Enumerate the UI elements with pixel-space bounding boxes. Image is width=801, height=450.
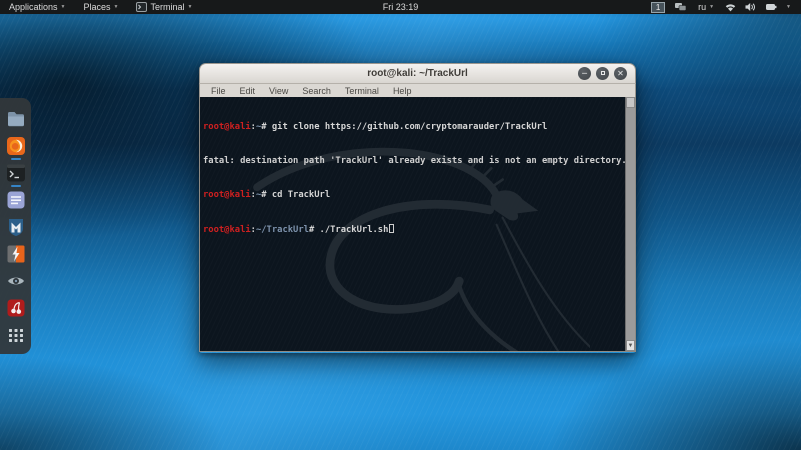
desktop-wallpaper: Applications ▼ Places ▼ Terminal ▼ Fri 2…	[0, 0, 801, 450]
system-menu-chevron-icon[interactable]: ▼	[786, 4, 791, 10]
scroll-up-button[interactable]	[626, 97, 635, 108]
terminal-window: root@kali: ~/TrackUrl ─ ✕ File Edit View…	[199, 63, 636, 353]
dock-item-text-editor[interactable]	[5, 189, 26, 210]
window-menubar: File Edit View Search Terminal Help	[199, 84, 636, 97]
tray-screens-icon[interactable]	[674, 2, 687, 12]
armitage-icon	[7, 245, 24, 262]
terminal-menu-label: Terminal	[150, 2, 185, 12]
scroll-down-button[interactable]: ▼	[626, 340, 635, 351]
app-grid-icon	[8, 328, 23, 342]
terminal-line: root@kali:~# git clone https://github.co…	[203, 121, 548, 132]
menu-search[interactable]: Search	[295, 86, 338, 96]
dock-item-metasploit[interactable]	[5, 216, 26, 237]
terminal-app-menu[interactable]: Terminal ▼	[127, 0, 201, 14]
dock-item-show-applications[interactable]	[5, 324, 26, 345]
text-editor-icon	[7, 191, 24, 208]
terminal-output: root@kali:~# git clone https://github.co…	[200, 97, 627, 260]
menu-help[interactable]: Help	[386, 86, 419, 96]
chevron-down-icon: ▼	[113, 3, 119, 10]
applications-label: Applications	[9, 2, 58, 12]
terminal-icon	[6, 164, 25, 181]
top-panel: Applications ▼ Places ▼ Terminal ▼ Fri 2…	[0, 0, 801, 14]
places-label: Places	[83, 2, 111, 12]
menu-view[interactable]: View	[262, 86, 295, 96]
keyboard-layout-label: ru	[698, 2, 707, 12]
dock-item-eye-app[interactable]	[5, 270, 26, 291]
volume-icon[interactable]	[745, 2, 756, 12]
browser-icon	[6, 136, 25, 155]
running-indicator	[10, 158, 21, 160]
battery-icon[interactable]	[765, 2, 777, 12]
chevron-down-icon: ▼	[60, 3, 66, 10]
terminal-line: fatal: destination path 'TrackUrl' alrea…	[203, 156, 627, 167]
clock[interactable]: Fri 23:19	[383, 2, 419, 12]
applications-menu[interactable]: Applications ▼	[0, 0, 74, 14]
terminal-scrollbar[interactable]: ▼	[625, 97, 635, 351]
window-title: root@kali: ~/TrackUrl	[367, 68, 468, 79]
running-indicator	[10, 185, 21, 187]
chevron-down-icon: ▼	[709, 3, 715, 10]
minimize-button[interactable]: ─	[578, 67, 591, 80]
terminal-viewport[interactable]: root@kali:~# git clone https://github.co…	[199, 97, 636, 352]
dock-item-armitage[interactable]	[5, 243, 26, 264]
terminal-line: root@kali:~# cd TrackUrl	[203, 190, 331, 201]
terminal-cursor	[389, 224, 395, 234]
places-menu[interactable]: Places ▼	[74, 0, 127, 14]
close-button[interactable]: ✕	[614, 67, 627, 80]
cherrytree-icon	[7, 299, 24, 316]
terminal-line: root@kali:~/TrackUrl# ./TrackUrl.sh	[203, 224, 625, 236]
window-titlebar[interactable]: root@kali: ~/TrackUrl ─ ✕	[199, 63, 636, 84]
dock-item-browser[interactable]	[5, 135, 26, 160]
menu-file[interactable]: File	[204, 86, 233, 96]
maximize-button[interactable]	[596, 67, 609, 80]
keyboard-layout-switcher[interactable]: ru ▼	[696, 0, 716, 14]
chevron-down-icon: ▼	[187, 3, 193, 10]
files-icon	[7, 111, 24, 126]
menu-terminal[interactable]: Terminal	[338, 86, 386, 96]
workspace-indicator[interactable]: 1	[651, 1, 666, 13]
terminal-window-icon	[136, 2, 148, 12]
dock-item-files[interactable]	[5, 108, 26, 129]
dock-item-cherrytree[interactable]	[5, 297, 26, 318]
metasploit-icon	[8, 218, 23, 236]
menu-edit[interactable]: Edit	[233, 86, 263, 96]
dock	[0, 98, 31, 354]
wifi-icon[interactable]	[725, 3, 736, 12]
eye-icon	[7, 277, 24, 284]
dock-item-terminal[interactable]	[5, 162, 26, 187]
